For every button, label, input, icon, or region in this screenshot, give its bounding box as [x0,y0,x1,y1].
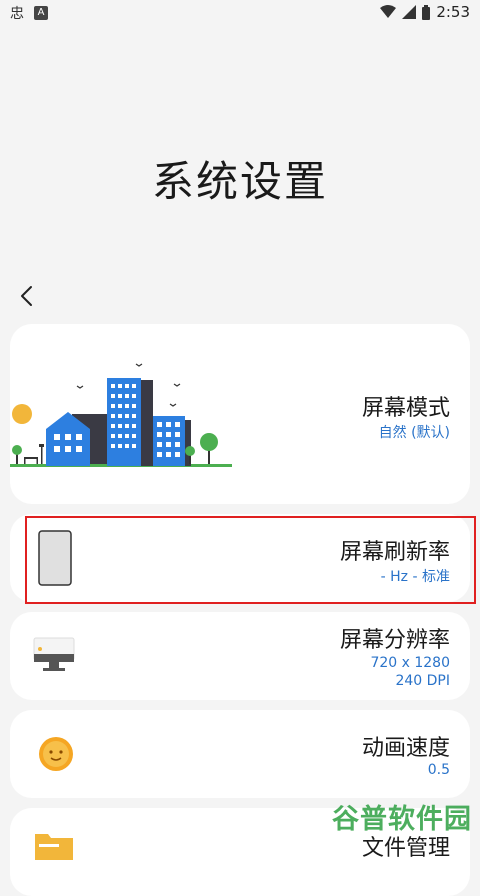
page-title: 系统设置 [0,148,480,209]
animation-speed-title: 动画速度 [362,730,450,762]
resolution-card[interactable]: 屏幕分辨率 720 x 1280 240 DPI [10,612,470,700]
clock: 2:53 [436,3,470,21]
animation-speed-value: 0.5 [428,762,450,778]
screen-mode-title: 屏幕模式 [362,390,450,422]
animation-speed-card[interactable]: 动画速度 0.5 [10,710,470,798]
back-button[interactable] [14,282,42,310]
a-app-icon: A [34,6,48,20]
resolution-dpi: 240 DPI [395,673,450,689]
watermark-logo: 谷普软件园 [332,797,472,836]
resolution-value: 720 x 1280 [370,655,450,671]
sun-icon [34,732,78,776]
cellular-icon [402,5,416,19]
screen-mode-value: 自然 (默认) [379,422,450,442]
resolution-title: 屏幕分辨率 [340,622,450,654]
city-illustration [10,354,235,474]
battery-icon [422,5,430,20]
monitor-icon [32,636,76,676]
selection-highlight [25,516,476,604]
app-notification-icon: 忠 [10,3,24,23]
folder-icon [34,830,74,860]
wifi-icon [380,5,396,19]
status-bar: 忠 A 2:53 [0,0,480,24]
screen-mode-card[interactable]: 屏幕模式 自然 (默认) [10,324,470,504]
